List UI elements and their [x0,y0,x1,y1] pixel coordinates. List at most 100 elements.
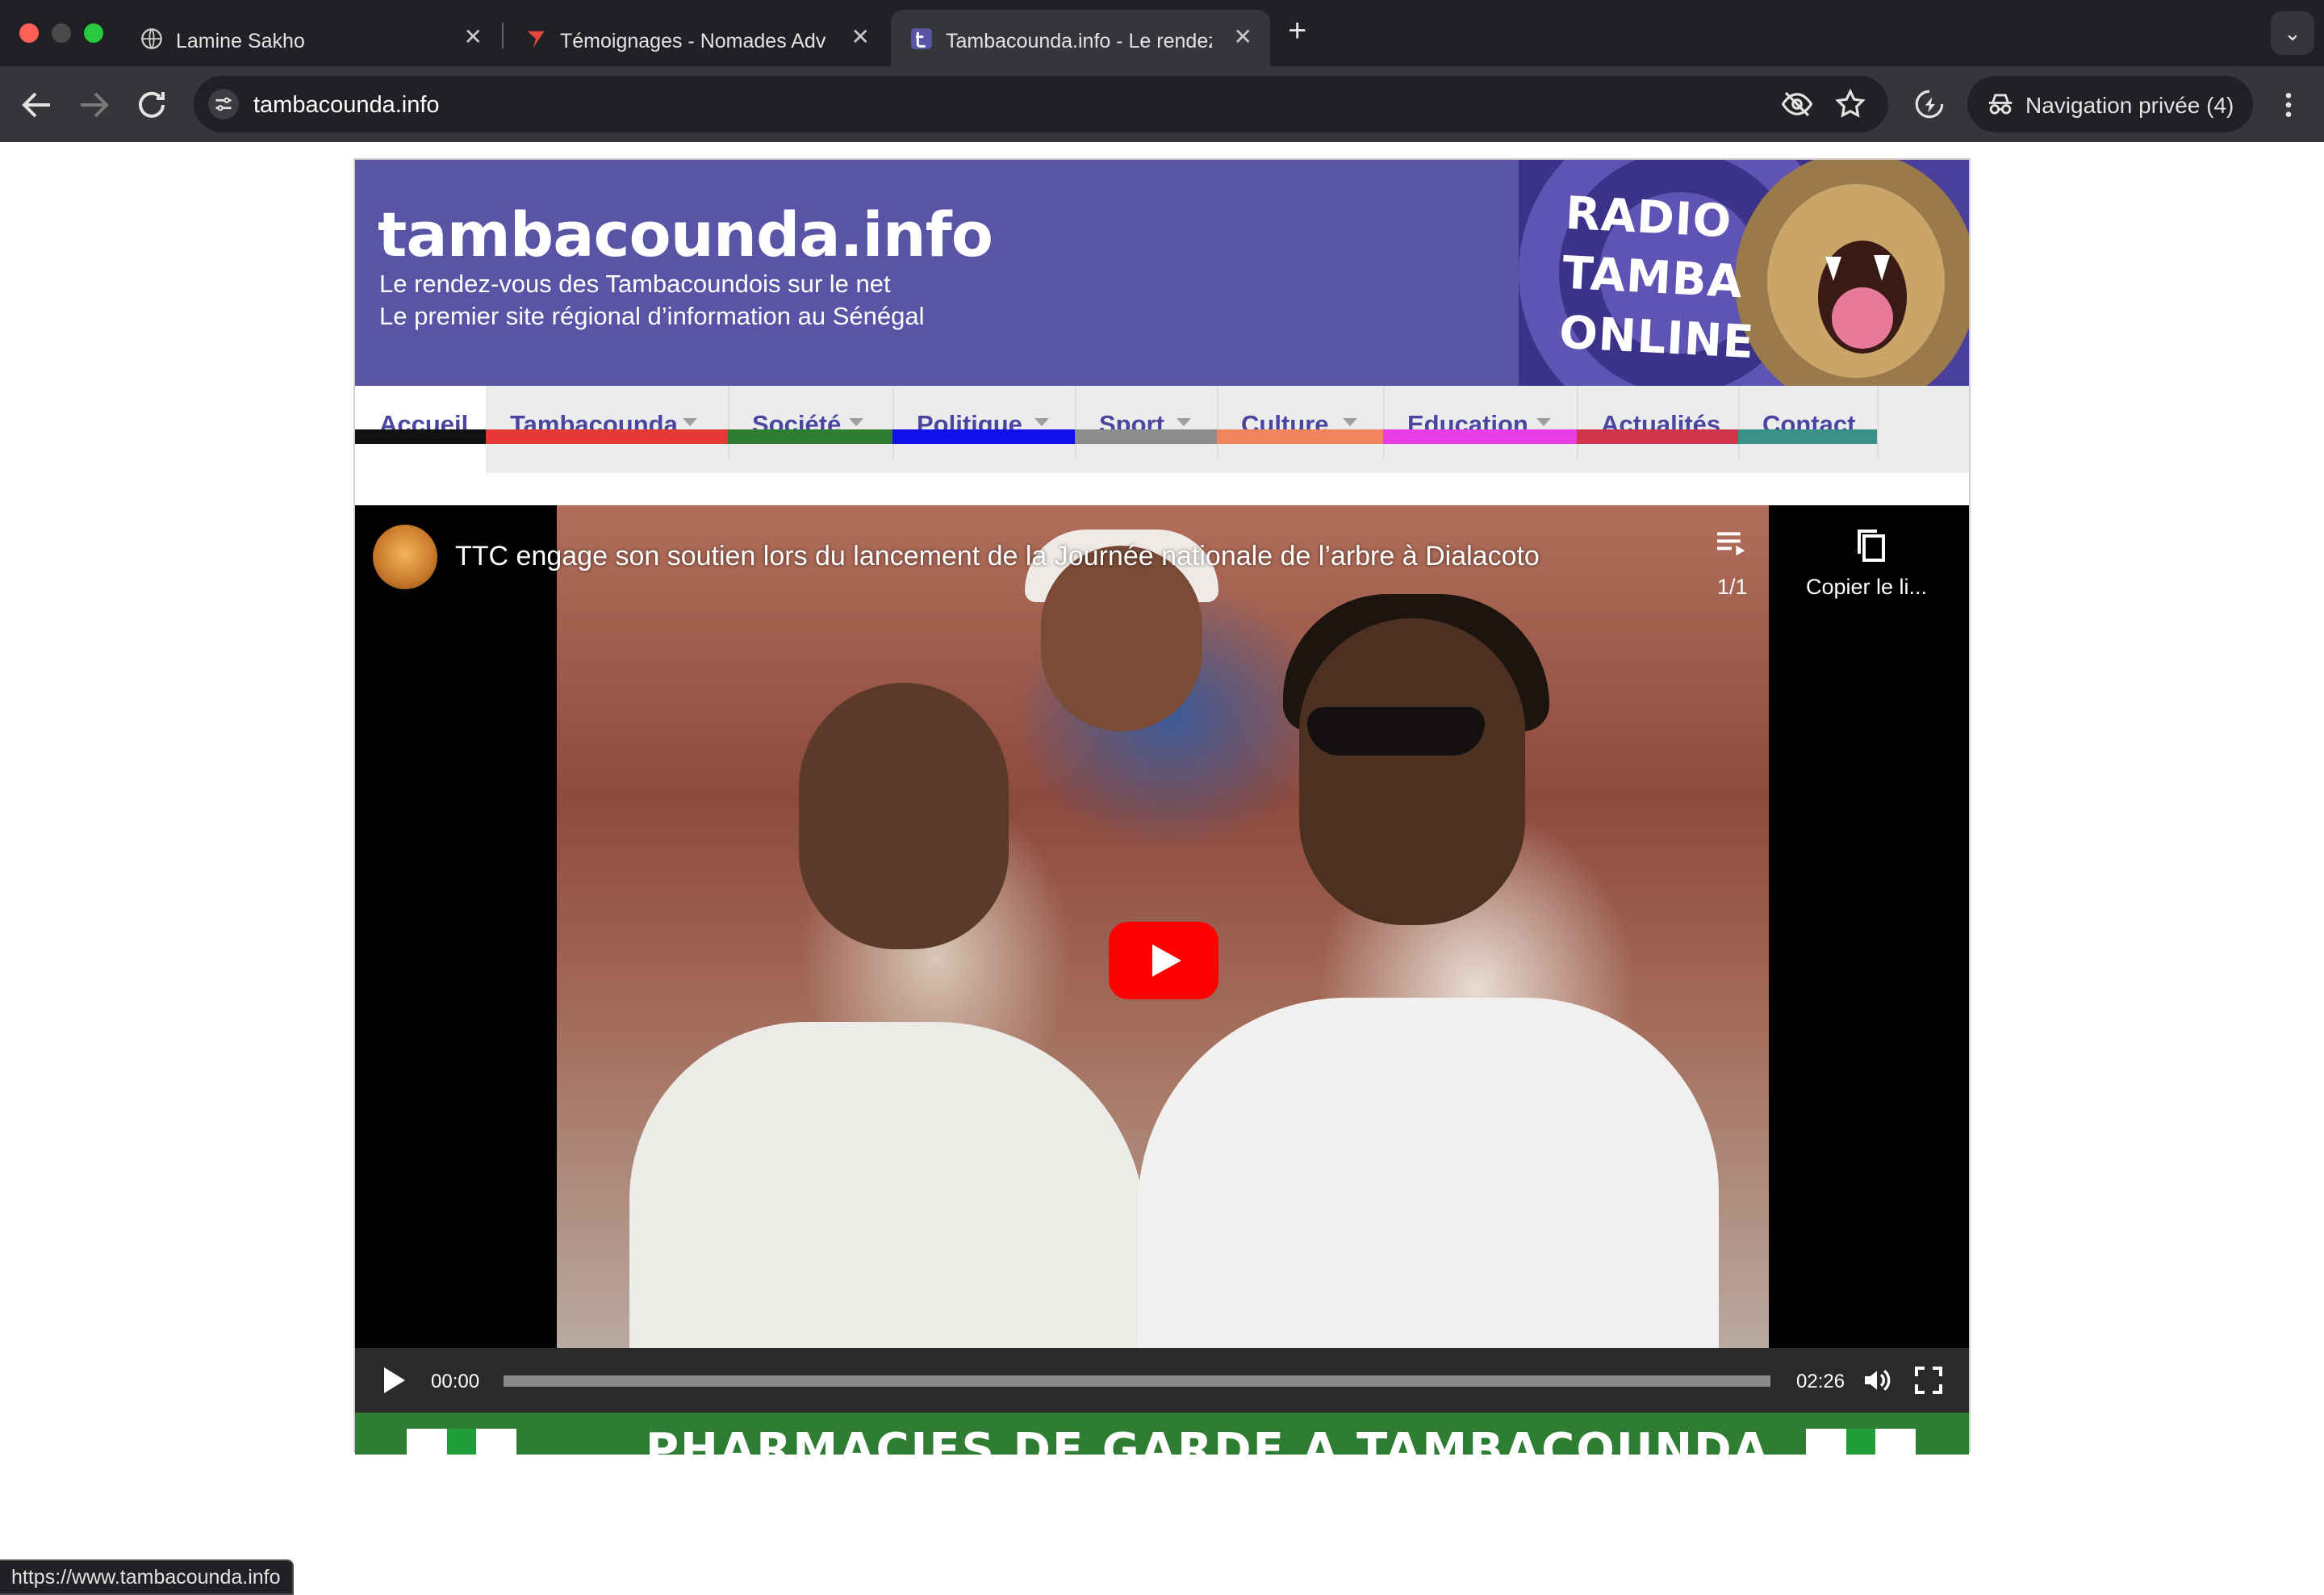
reload-button[interactable] [132,86,171,124]
site-container: tambacounda.info Le rendez-vous des Tamb… [353,158,1971,1455]
nav-item-tambacounda[interactable]: Tambacounda [486,386,728,473]
dropdown-caret-icon [1035,418,1049,426]
radio-banner-text: RADIO TAMBA ONLINE [1557,184,1762,373]
tab-title: Lamine Sakho [176,30,305,52]
tab-title: Tambacounda.info - Le rendez-vous des Ta… [946,30,1212,52]
site-tagline: Le rendez-vous des Tambacoundois sur le … [379,270,891,298]
woman-shirt [1138,998,1719,1353]
browser-chrome: Lamine Sakho ✕ Témoignages - Nomades Adv… [0,0,2324,142]
tambacounda-icon [911,28,932,49]
link-status-bubble: https://www.tambacounda.info [0,1559,294,1595]
page-viewport: tambacounda.info Le rendez-vous des Tamb… [0,142,2324,1595]
nav-color-bar [1217,429,1383,444]
nav-color-bar [355,429,486,444]
dropdown-caret-icon [683,418,697,426]
nav-separator [1877,386,1879,458]
site-settings-icon[interactable] [208,89,239,119]
channel-avatar[interactable] [373,525,437,589]
radio-line: RADIO [1564,186,1733,249]
address-bar[interactable]: tambacounda.info [194,76,1888,132]
cross-shape [447,1429,476,1455]
man-head [799,683,1009,949]
nav-color-bar [1075,429,1217,444]
bookmark-star-icon[interactable] [1833,87,1867,121]
dropdown-caret-icon [1536,418,1551,426]
volume-icon[interactable] [1861,1364,1893,1396]
copy-link-label[interactable]: Copier le li... [1806,575,1927,600]
incognito-label: Navigation privée (4) [2025,93,2234,118]
video-progress-bar[interactable] [504,1375,1770,1387]
video-controls: 00:00 02:26 [355,1348,1969,1413]
close-icon[interactable]: ✕ [851,26,870,48]
nav-item-sport[interactable]: Sport [1075,386,1217,473]
nav-color-bar [1577,429,1738,444]
tab-lamine-sakho[interactable]: Lamine Sakho ✕ [121,10,500,66]
browser-toolbar: tambacounda.info Navigation privée (4) [0,66,2324,142]
nav-item-contact[interactable]: Contact [1738,386,1877,473]
forward-button[interactable] [74,86,113,124]
youtube-video-player[interactable]: TTC engage son soutien lors du lancement… [355,505,1969,1413]
tab-search-button[interactable]: ⌄ [2271,11,2314,55]
nav-color-bar [1383,429,1577,444]
dropdown-caret-icon [1177,418,1191,426]
new-tab-button[interactable]: + [1288,15,1306,47]
woman-sunglasses [1307,707,1485,756]
eye-off-icon[interactable] [1780,87,1814,121]
close-window-button[interactable] [19,23,39,43]
incognito-indicator[interactable]: Navigation privée (4) [1967,76,2253,132]
main-nav: Accueil Tambacounda Société Politique Sp… [355,386,1969,699]
globe-icon [141,28,162,49]
dropdown-caret-icon [1343,418,1357,426]
radio-line: TAMBA [1561,246,1745,309]
radio-line: ONLINE [1557,306,1756,370]
tab-nomades[interactable]: Témoignages - Nomades Adventure ✕ [505,10,888,66]
nav-color-bar [728,429,892,444]
close-icon[interactable]: ✕ [1234,26,1252,48]
pharmacy-banner-title: PHARMACIES DE GARDE A TAMBACOUNDA [646,1424,1770,1455]
nav-item-actualites[interactable]: Actualités [1577,386,1738,473]
back-button[interactable] [18,86,56,124]
tab-separator [502,23,504,48]
pharmacy-cross-icon [407,1429,516,1455]
play-icon [1152,944,1181,977]
video-title[interactable]: TTC engage son soutien lors du lancement… [455,541,1540,572]
playlist-count: 1/1 [1717,575,1748,599]
woman-head [1299,618,1525,925]
tab-strip: Lamine Sakho ✕ Témoignages - Nomades Adv… [0,0,2324,66]
playlist-icon[interactable] [1714,530,1749,559]
nav-item-politique[interactable]: Politique [892,386,1075,473]
nav-item-accueil[interactable]: Accueil [355,386,486,473]
man-shirt [629,1022,1146,1353]
incognito-icon [1988,94,2013,115]
tab-tambacounda[interactable]: Tambacounda.info - Le rendez-vous des Ta… [891,10,1270,66]
nomades-icon [527,31,545,48]
tab-title: Témoignages - Nomades Adventure [560,30,826,52]
pharmacy-cross-icon [1806,1429,1916,1455]
background-person [1041,546,1202,731]
nav-color-bar [1738,429,1877,444]
nav-item-culture[interactable]: Culture [1217,386,1383,473]
extension-icon[interactable] [1912,87,1946,121]
current-time: 00:00 [431,1371,480,1392]
dropdown-caret-icon [849,418,863,426]
nav-color-bar [486,429,728,444]
nav-color-bar [892,429,1075,444]
cross-shape [1846,1429,1875,1455]
play-icon[interactable] [384,1367,405,1393]
nav-item-societe[interactable]: Société [728,386,892,473]
site-logo-title[interactable]: tambacounda.info [378,199,993,270]
close-icon[interactable]: ✕ [464,26,483,48]
maximize-window-button[interactable] [84,23,103,43]
copy-link-icon[interactable] [1854,528,1887,563]
nav-item-education[interactable]: Education [1383,386,1577,473]
pharmacy-banner[interactable]: PHARMACIES DE GARDE A TAMBACOUNDA [355,1413,1969,1455]
site-tagline-secondary: Le premier site régional d’information a… [379,302,925,330]
total-time: 02:26 [1796,1371,1845,1392]
minimize-window-button[interactable] [52,23,71,43]
youtube-play-button[interactable] [1109,922,1218,999]
more-menu-icon[interactable] [2272,82,2305,128]
fullscreen-icon[interactable] [1912,1364,1945,1396]
site-header: tambacounda.info Le rendez-vous des Tamb… [355,160,1969,386]
radio-tamba-online-banner[interactable]: RADIO TAMBA ONLINE [1519,160,1969,386]
url-text[interactable]: tambacounda.info [253,92,440,119]
